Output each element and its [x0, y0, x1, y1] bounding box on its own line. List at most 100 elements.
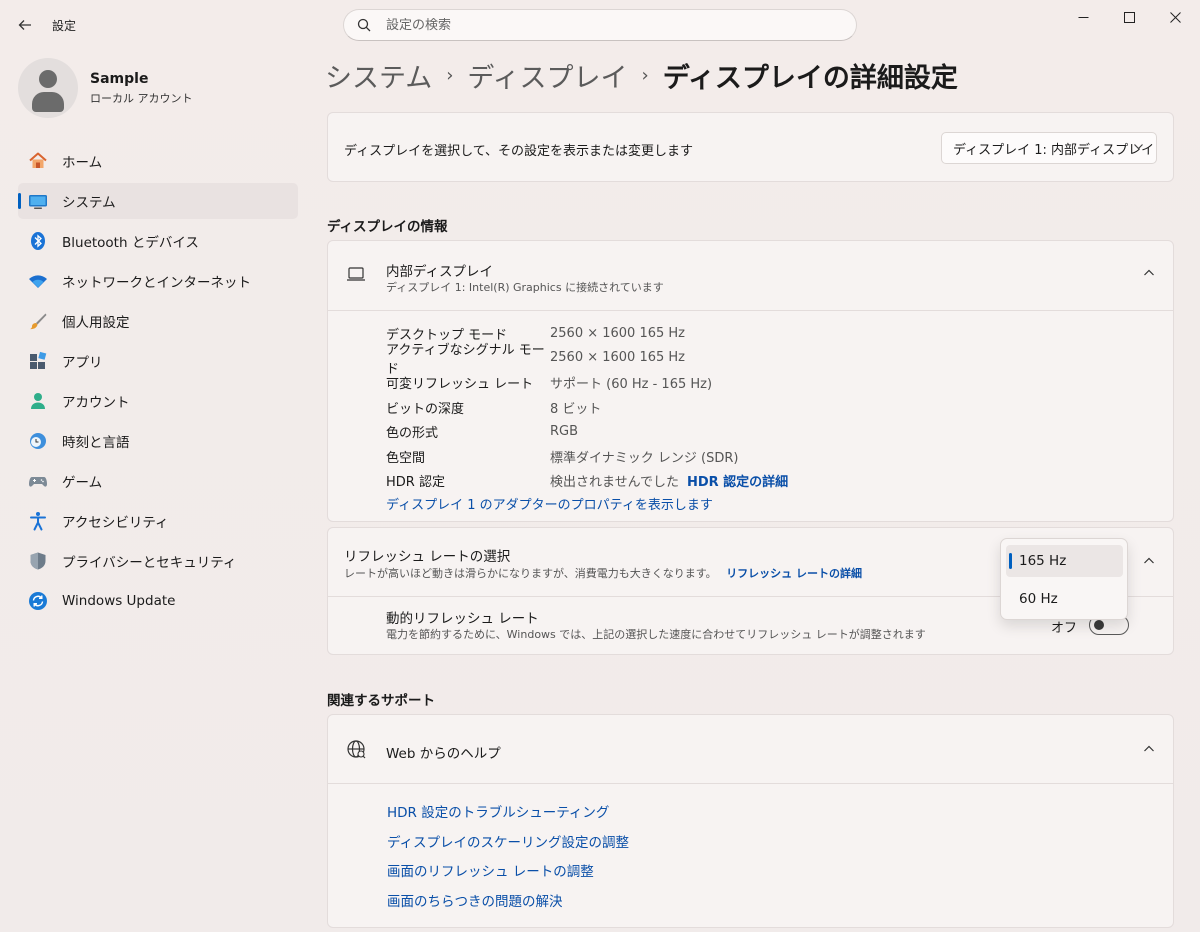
web-help-title: Web からのヘルプ — [386, 746, 501, 762]
breadcrumb-display[interactable]: ディスプレイ — [467, 56, 627, 95]
info-value: 標準ダイナミック レンジ (SDR) — [550, 450, 739, 466]
time-language-icon — [28, 431, 48, 451]
chevron-down-icon — [1133, 141, 1144, 155]
close-icon — [1169, 11, 1181, 23]
home-icon — [28, 151, 48, 171]
wifi-icon — [28, 271, 48, 291]
display-dropdown[interactable]: ディスプレイ 1: 内部ディスプレイ — [941, 132, 1157, 164]
bluetooth-icon — [28, 231, 48, 251]
sidebar-item-label: アクセシビリティ — [62, 515, 169, 531]
sidebar-item-system[interactable]: システム — [18, 183, 298, 219]
info-value: サポート (60 Hz - 165 Hz) — [550, 376, 713, 392]
sidebar-item-privacy[interactable]: プライバシーとセキュリティ — [18, 543, 298, 579]
display-info-heading: ディスプレイの情報 — [327, 219, 448, 235]
minimize-icon — [1078, 16, 1088, 18]
info-value: 2560 × 1600 165 Hz — [550, 325, 686, 341]
help-link-scaling[interactable]: ディスプレイのスケーリング設定の調整 — [387, 831, 629, 861]
sidebar-item-label: プライバシーとセキュリティ — [62, 555, 237, 571]
info-key: HDR 認定 — [386, 475, 445, 491]
avatar — [18, 58, 78, 118]
sidebar-item-accessibility[interactable]: アクセシビリティ — [18, 503, 298, 539]
search-icon — [356, 17, 372, 33]
display-dropdown-value: ディスプレイ 1: 内部ディスプレイ — [953, 142, 1155, 158]
gamepad-icon — [28, 471, 48, 491]
sidebar-item-accounts[interactable]: アカウント — [18, 383, 298, 419]
refresh-rate-description: レートが高いほど動きは滑らかになりますが、消費電力も大きくなります。 — [344, 567, 717, 580]
settings-window: 設定 Sample ローカル アカウント — [0, 0, 1200, 932]
info-value: 検出されませんでした — [550, 475, 679, 491]
info-value: 2560 × 1600 165 Hz — [550, 350, 686, 366]
help-links: HDR 設定のトラブルシューティング ディスプレイのスケーリング設定の調整 画面… — [387, 801, 629, 919]
laptop-icon — [346, 266, 366, 286]
back-button[interactable] — [12, 12, 38, 38]
related-support-heading: 関連するサポート — [327, 693, 435, 709]
refresh-rate-title: リフレッシュ レートの選択 — [344, 549, 511, 565]
hdr-certification-link[interactable]: HDR 認定の詳細 — [687, 471, 788, 490]
apps-icon — [28, 351, 48, 371]
info-row: アクティブなシグナル モード 2560 × 1600 165 Hz — [386, 343, 788, 377]
sidebar-item-windows-update[interactable]: Windows Update — [18, 583, 298, 619]
accessibility-icon — [28, 511, 48, 531]
info-row: HDR 認定 検出されませんでした HDR 認定の詳細 — [386, 469, 788, 494]
app-title: 設定 — [52, 19, 77, 33]
close-button[interactable] — [1152, 6, 1198, 28]
globe-icon — [346, 739, 366, 763]
web-help-header[interactable]: Web からのヘルプ — [328, 715, 1173, 784]
sidebar-item-apps[interactable]: アプリ — [18, 343, 298, 379]
help-link-hdr[interactable]: HDR 設定のトラブルシューティング — [387, 801, 629, 831]
user-profile[interactable]: Sample ローカル アカウント — [18, 58, 193, 118]
refresh-rate-subtitle: レートが高いほど動きは滑らかになりますが、消費電力も大きくなります。 リフレッシ… — [344, 565, 862, 581]
profile-account-type: ローカル アカウント — [90, 91, 193, 105]
info-row: 色の形式 RGB — [386, 419, 788, 444]
display-info-header[interactable]: 内部ディスプレイ ディスプレイ 1: Intel(R) Graphics に接続… — [328, 241, 1173, 311]
sidebar-item-label: アプリ — [62, 355, 103, 371]
info-key: ビットの深度 — [386, 401, 465, 417]
refresh-rate-details-link[interactable]: リフレッシュ レートの詳細 — [726, 567, 862, 580]
info-key: 可変リフレッシュ レート — [386, 376, 534, 392]
maximize-button[interactable] — [1106, 6, 1152, 28]
display-info-subtitle: ディスプレイ 1: Intel(R) Graphics に接続されています — [386, 281, 664, 294]
dynamic-refresh-title: 動的リフレッシュ レート — [386, 611, 539, 627]
chevron-right-icon: › — [446, 65, 454, 86]
chevron-up-icon[interactable] — [1143, 267, 1155, 282]
sidebar-item-label: システム — [62, 195, 116, 211]
shield-icon — [28, 551, 48, 571]
page-title: ディスプレイの詳細設定 — [662, 63, 958, 94]
select-display-card: ディスプレイを選択して、その設定を表示または変更します ディスプレイ 1: 内部… — [327, 112, 1174, 182]
update-icon — [28, 591, 48, 611]
help-link-refresh-rate[interactable]: 画面のリフレッシュ レートの調整 — [387, 860, 629, 890]
sidebar-item-network[interactable]: ネットワークとインターネット — [18, 263, 298, 299]
sidebar-item-label: Bluetooth とデバイス — [62, 235, 199, 251]
help-link-flicker[interactable]: 画面のちらつきの問題の解決 — [387, 890, 629, 920]
adapter-properties-link[interactable]: ディスプレイ 1 のアダプターのプロパティを表示します — [386, 494, 713, 513]
minimize-button[interactable] — [1060, 6, 1106, 28]
sidebar-item-bluetooth[interactable]: Bluetooth とデバイス — [18, 223, 298, 259]
web-help-card: Web からのヘルプ HDR 設定のトラブルシューティング ディスプレイのスケー… — [327, 714, 1174, 928]
search-box[interactable] — [343, 9, 857, 41]
search-input[interactable] — [386, 17, 826, 33]
breadcrumb: システム › ディスプレイ › ディスプレイの詳細設定 — [325, 56, 958, 95]
sidebar-item-time-language[interactable]: 時刻と言語 — [18, 423, 298, 459]
sidebar-nav: ホーム システム Bluetooth とデバイス ネットワークとインターネット … — [18, 143, 298, 623]
refresh-rate-dropdown-menu: 165 Hz 60 Hz — [1000, 538, 1128, 620]
account-icon — [28, 391, 48, 411]
refresh-option-60[interactable]: 60 Hz — [1006, 583, 1123, 615]
info-key: アクティブなシグナル モード — [386, 342, 545, 377]
breadcrumb-system[interactable]: システム — [325, 56, 432, 95]
chevron-up-icon[interactable] — [1143, 743, 1155, 758]
info-key: 色の形式 — [386, 426, 439, 442]
sidebar-item-label: ホーム — [62, 155, 103, 171]
sidebar-item-label: 時刻と言語 — [62, 435, 130, 451]
brush-icon — [28, 311, 48, 331]
display-info-title: 内部ディスプレイ — [386, 264, 494, 280]
sidebar-item-personalization[interactable]: 個人用設定 — [18, 303, 298, 339]
maximize-icon — [1123, 11, 1135, 23]
info-value: RGB — [550, 424, 579, 440]
sidebar-item-home[interactable]: ホーム — [18, 143, 298, 179]
refresh-option-165[interactable]: 165 Hz — [1006, 545, 1123, 577]
chevron-up-icon[interactable] — [1143, 555, 1155, 570]
sidebar-item-gaming[interactable]: ゲーム — [18, 463, 298, 499]
sidebar-item-label: アカウント — [62, 395, 130, 411]
info-value: 8 ビット — [550, 401, 602, 417]
info-row: 色空間 標準ダイナミック レンジ (SDR) — [386, 444, 788, 469]
